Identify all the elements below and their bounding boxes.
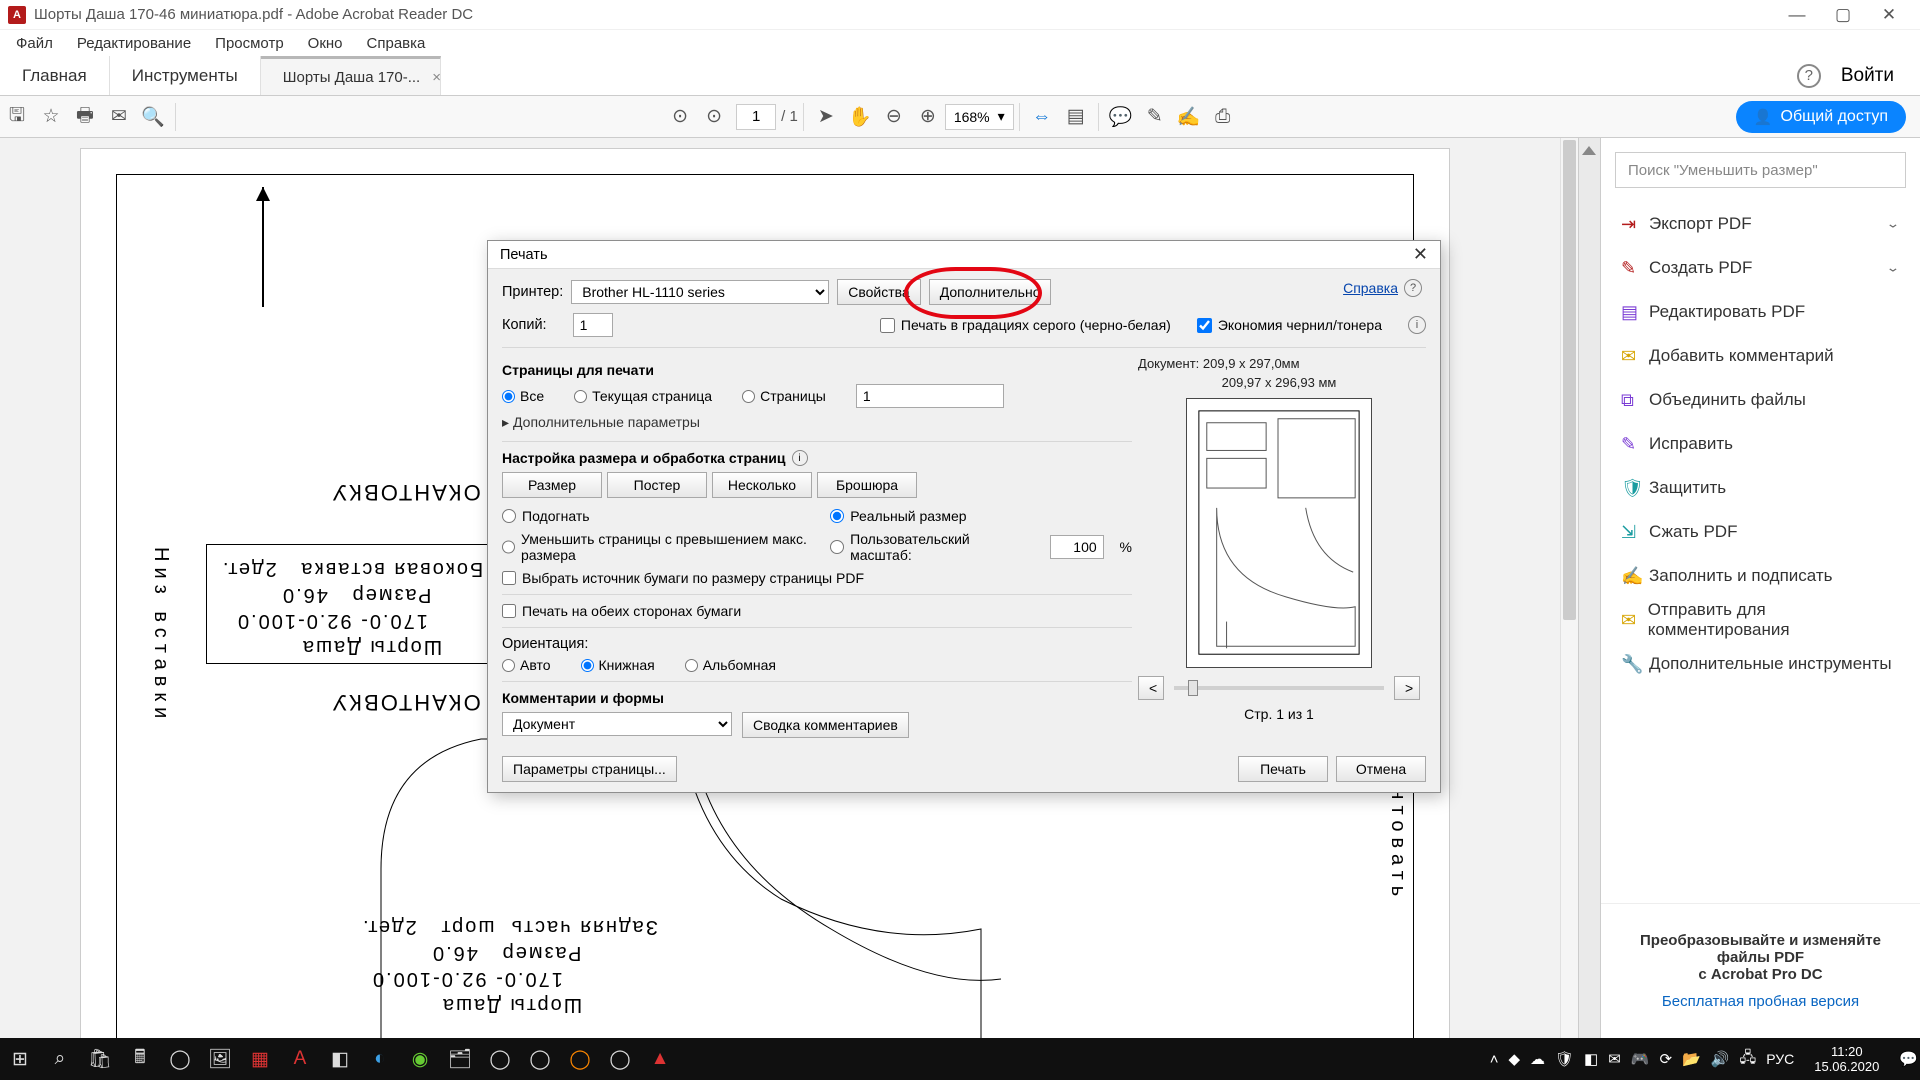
taskbar-steam-icon[interactable]: ◯ xyxy=(480,1039,520,1079)
comments-select[interactable]: Документ xyxy=(502,712,732,736)
copies-label: Копий: xyxy=(502,317,547,333)
print-preview xyxy=(1186,398,1372,668)
modal-overlay: Печать ✕ Принтер: Brother HL-1110 series… xyxy=(0,0,1920,1080)
radio-auto[interactable]: Авто xyxy=(502,657,551,673)
taskbar-app4-icon[interactable]: ◯ xyxy=(600,1039,640,1079)
taskbar-app3-icon[interactable]: ◐ xyxy=(360,1039,400,1079)
tray-icon-1[interactable]: ◆ xyxy=(1508,1050,1520,1068)
sizing-section-title: Настройка размера и обработка страниц i xyxy=(502,450,1132,466)
printer-label: Принтер: xyxy=(502,284,563,300)
start-button[interactable]: ⊞ xyxy=(0,1039,40,1079)
tray-icon-3[interactable]: 🛡 xyxy=(1555,1050,1574,1068)
help-info-icon[interactable]: ? xyxy=(1404,279,1422,297)
tab-booklet[interactable]: Брошюра xyxy=(817,472,917,498)
tray-icon-8[interactable]: 📂 xyxy=(1682,1050,1701,1068)
tray-clock[interactable]: 11:20 15.06.2020 xyxy=(1804,1044,1889,1074)
tray-network-icon[interactable]: 🖧 xyxy=(1739,1047,1756,1072)
preview-prev-button[interactable]: < xyxy=(1138,676,1164,700)
grayscale-check[interactable]: Печать в градациях серого (черно-белая) xyxy=(880,317,1171,333)
preview-page-count: Стр. 1 из 1 xyxy=(1132,706,1426,722)
radio-actual[interactable]: Реальный размер xyxy=(830,508,1132,524)
radio-fit[interactable]: Подогнать xyxy=(502,508,830,524)
range-input[interactable] xyxy=(856,384,1004,408)
radio-scale[interactable]: Пользовательский масштаб: % xyxy=(830,531,1132,563)
properties-button[interactable]: Свойства xyxy=(837,279,920,305)
tray-icon-9[interactable]: 🔊 xyxy=(1711,1050,1730,1068)
help-link[interactable]: Справка xyxy=(1343,280,1398,296)
tray-icon-4[interactable]: ◧ xyxy=(1584,1050,1598,1068)
tab-multi[interactable]: Несколько xyxy=(712,472,812,498)
printer-select[interactable]: Brother HL-1110 series xyxy=(571,280,829,304)
tray-language[interactable]: РУС xyxy=(1766,1051,1794,1067)
taskbar-nvidia-icon[interactable]: ◉ xyxy=(400,1039,440,1079)
inksave-info-icon[interactable]: i xyxy=(1408,316,1426,334)
tray-notifications-icon[interactable]: 💬 xyxy=(1899,1050,1918,1068)
pages-section-title: Страницы для печати xyxy=(502,362,1132,378)
doc-size-label: Документ: 209,9 x 297,0мм xyxy=(1138,356,1426,371)
scale-input[interactable] xyxy=(1050,535,1104,559)
tab-poster[interactable]: Постер xyxy=(607,472,707,498)
dialog-close-icon[interactable]: ✕ xyxy=(1413,244,1428,265)
taskbar-pdf-icon[interactable]: ▦ xyxy=(240,1039,280,1079)
taskbar-firefox-icon[interactable]: ◯ xyxy=(560,1039,600,1079)
print-dialog: Печать ✕ Принтер: Brother HL-1110 series… xyxy=(487,240,1441,793)
sizing-info-icon[interactable]: i xyxy=(792,450,808,466)
tab-size[interactable]: Размер xyxy=(502,472,602,498)
taskbar-app2-icon[interactable]: ◧ xyxy=(320,1039,360,1079)
tray-icon-6[interactable]: 🎮 xyxy=(1631,1050,1650,1068)
taskbar-store-icon[interactable]: 🛍 xyxy=(80,1039,120,1079)
radio-portrait[interactable]: Книжная xyxy=(581,657,655,673)
radio-current[interactable]: Текущая страница xyxy=(574,388,712,404)
taskbar-app1-icon[interactable]: A xyxy=(280,1039,320,1079)
radio-landscape[interactable]: Альбомная xyxy=(685,657,776,673)
print-button[interactable]: Печать xyxy=(1238,756,1328,782)
cancel-button[interactable]: Отмена xyxy=(1336,756,1426,782)
inksave-check[interactable]: Экономия чернил/тонера xyxy=(1197,317,1382,333)
taskbar-search-icon[interactable]: ⌕ xyxy=(40,1039,80,1079)
system-tray[interactable]: ˄ ◆ ☁ 🛡 ◧ ✉ 🎮 ⟳ 📂 🔊 🖧 РУС 11:20 15.06.20… xyxy=(1490,1044,1920,1074)
dialog-title: Печать xyxy=(500,247,548,263)
taskbar-chrome-icon[interactable]: ◯ xyxy=(520,1039,560,1079)
copies-input[interactable] xyxy=(573,313,613,337)
taskbar-xbox-icon[interactable]: ◯ xyxy=(160,1039,200,1079)
orientation-label: Ориентация: xyxy=(502,636,1132,652)
taskbar-photos-icon[interactable]: 🖼 xyxy=(200,1039,240,1079)
advanced-button[interactable]: Дополнительно xyxy=(929,279,1052,305)
tray-icon-5[interactable]: ✉ xyxy=(1608,1050,1621,1068)
radio-shrink[interactable]: Уменьшить страницы с превышением макс. р… xyxy=(502,531,830,563)
taskbar-explorer-icon[interactable]: 🗂 xyxy=(440,1039,480,1079)
tray-icon-2[interactable]: ☁ xyxy=(1530,1050,1545,1068)
dialog-titlebar: Печать ✕ xyxy=(488,241,1440,269)
comments-section-title: Комментарии и формы xyxy=(502,690,1132,706)
taskbar-calc-icon[interactable]: 🖩 xyxy=(120,1039,160,1079)
tray-icon-7[interactable]: ⟳ xyxy=(1660,1050,1673,1068)
paper-size-label: 209,97 x 296,93 мм xyxy=(1132,375,1426,390)
more-params[interactable]: Дополнительные параметры xyxy=(502,414,1132,431)
comments-summary-button[interactable]: Сводка комментариев xyxy=(742,712,909,738)
taskbar-acrobat-icon[interactable]: ▲ xyxy=(640,1039,680,1079)
preview-next-button[interactable]: > xyxy=(1394,676,1420,700)
radio-range[interactable]: Страницы xyxy=(742,388,826,404)
check-duplex[interactable]: Печать на обеих сторонах бумаги xyxy=(502,603,1132,619)
radio-all[interactable]: Все xyxy=(502,388,544,404)
preview-slider[interactable] xyxy=(1174,686,1384,690)
taskbar: ⊞ ⌕ 🛍 🖩 ◯ 🖼 ▦ A ◧ ◐ ◉ 🗂 ◯ ◯ ◯ ◯ ▲ ˄ ◆ ☁ … xyxy=(0,1038,1920,1080)
check-papersource[interactable]: Выбрать источник бумаги по размеру стран… xyxy=(502,570,1132,586)
page-setup-button[interactable]: Параметры страницы... xyxy=(502,756,677,782)
tray-up-icon[interactable]: ˄ xyxy=(1490,1051,1499,1068)
